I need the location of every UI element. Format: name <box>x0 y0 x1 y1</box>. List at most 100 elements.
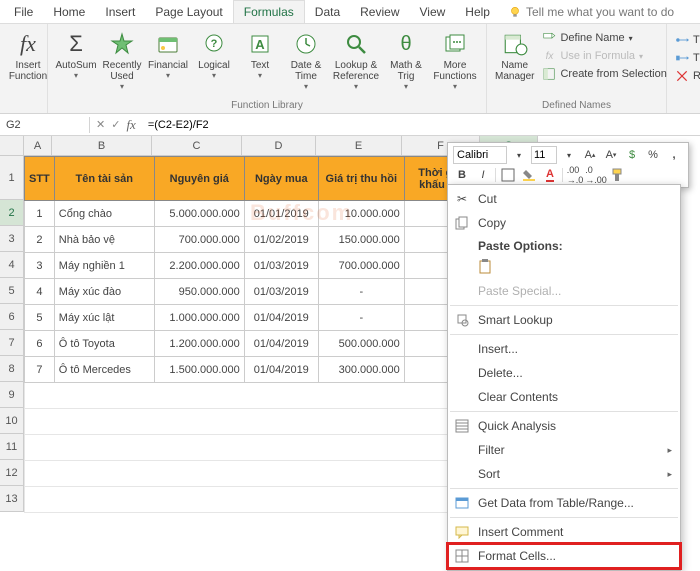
row-4[interactable]: 4 <box>0 252 24 278</box>
row-5[interactable]: 5 <box>0 278 24 304</box>
row-9[interactable]: 9 <box>0 382 24 408</box>
quick-analysis-item[interactable]: Quick Analysis <box>448 414 680 438</box>
sigma-icon: Σ <box>62 30 90 58</box>
date-time-button[interactable]: Date & Time▾ <box>284 28 328 93</box>
use-in-formula-button[interactable]: fxUse in Formula ▾ <box>540 48 668 64</box>
filter-item[interactable]: Filter▸ <box>448 438 680 462</box>
tab-home[interactable]: Home <box>43 1 95 23</box>
col-a[interactable]: A <box>24 136 52 156</box>
remove-arrows-button[interactable]: Remove Arr <box>673 68 700 84</box>
sort-item[interactable]: Sort▸ <box>448 462 680 486</box>
tab-file[interactable]: File <box>4 1 43 23</box>
remove-arr-label: Remove Arr <box>693 70 700 82</box>
tell-me[interactable]: Tell me what you want to do <box>508 5 674 19</box>
font-color-icon[interactable]: A <box>541 166 559 184</box>
text-label: Text <box>251 60 269 71</box>
lookup-icon <box>342 30 370 58</box>
comma-icon[interactable]: , <box>665 146 683 164</box>
math-label: Math & Trig <box>390 60 422 82</box>
font-size-selector[interactable] <box>531 146 557 164</box>
font-drop-icon[interactable]: ▾ <box>510 146 528 164</box>
delete-item[interactable]: Delete... <box>448 361 680 385</box>
tab-page-layout[interactable]: Page Layout <box>145 1 232 23</box>
smart-lookup-item[interactable]: Smart Lookup <box>448 308 680 332</box>
size-drop-icon[interactable]: ▾ <box>560 146 578 164</box>
col-c[interactable]: C <box>152 136 242 156</box>
fx-button-icon[interactable]: fx <box>126 117 135 133</box>
col-d[interactable]: D <box>242 136 316 156</box>
border-icon[interactable] <box>499 166 517 184</box>
tab-data[interactable]: Data <box>305 1 350 23</box>
paste-button[interactable] <box>448 255 680 279</box>
logical-button[interactable]: ? Logical▾ <box>192 28 236 82</box>
italic-icon[interactable]: I <box>474 166 492 184</box>
hdr-nguyen[interactable]: Nguyên giá <box>154 157 244 201</box>
row-11[interactable]: 11 <box>0 434 24 460</box>
tab-view[interactable]: View <box>410 1 456 23</box>
row-3[interactable]: 3 <box>0 226 24 252</box>
theta-icon: θ <box>392 30 420 58</box>
insert-item[interactable]: Insert... <box>448 337 680 361</box>
col-e[interactable]: E <box>316 136 402 156</box>
formula-input[interactable] <box>142 117 700 133</box>
row-8[interactable]: 8 <box>0 356 24 382</box>
hdr-stt[interactable]: STT <box>25 157 55 201</box>
row-2[interactable]: 2 <box>0 200 24 226</box>
financial-icon <box>154 30 182 58</box>
trace-dependents-button[interactable]: Trace Depen <box>673 50 700 66</box>
fill-color-icon[interactable] <box>520 166 538 184</box>
enter-icon[interactable]: ✓ <box>111 118 120 131</box>
trace-prec-icon <box>675 33 689 47</box>
define-name-button[interactable]: Define Name ▾ <box>540 30 668 46</box>
name-manager-button[interactable]: Name Manager <box>493 28 536 84</box>
paste-special-item[interactable]: Paste Special... <box>448 279 680 303</box>
select-all-corner[interactable] <box>0 136 24 156</box>
format-painter-icon[interactable] <box>608 166 626 184</box>
lightbulb-icon <box>454 312 470 328</box>
row-13[interactable]: 13 <box>0 486 24 512</box>
text-button[interactable]: A Text▾ <box>238 28 282 82</box>
insert-function-button[interactable]: fx Insert Function <box>6 28 50 84</box>
hdr-giatri[interactable]: Giá trị thu hồi <box>318 157 404 201</box>
hdr-ten[interactable]: Tên tài sản <box>54 157 154 201</box>
percent-icon[interactable]: % <box>644 146 662 164</box>
decrease-font-icon[interactable]: A▾ <box>602 146 620 164</box>
increase-font-icon[interactable]: A▴ <box>581 146 599 164</box>
name-box[interactable]: G2 <box>0 117 90 133</box>
row-7[interactable]: 7 <box>0 330 24 356</box>
row-12[interactable]: 12 <box>0 460 24 486</box>
math-button[interactable]: θ Math & Trig▾ <box>384 28 428 93</box>
hdr-ngay[interactable]: Ngày mua <box>244 157 318 201</box>
more-functions-button[interactable]: More Functions▾ <box>430 28 480 93</box>
function-library-label: Function Library <box>54 98 480 111</box>
tab-insert[interactable]: Insert <box>95 1 145 23</box>
font-selector[interactable] <box>453 146 507 164</box>
more-icon <box>441 30 469 58</box>
bold-icon[interactable]: B <box>453 166 471 184</box>
copy-icon <box>454 215 470 231</box>
fx-icon: fx <box>14 30 42 58</box>
copy-item[interactable]: Copy <box>448 211 680 235</box>
decrease-decimal-icon[interactable]: .00→.0 <box>566 166 584 184</box>
lookup-button[interactable]: Lookup & Reference▾ <box>330 28 382 93</box>
increase-decimal-icon[interactable]: .0→.00 <box>587 166 605 184</box>
tab-help[interactable]: Help <box>455 1 500 23</box>
row-6[interactable]: 6 <box>0 304 24 330</box>
cancel-icon[interactable]: ✕ <box>96 118 105 131</box>
autosum-button[interactable]: Σ AutoSum▾ <box>54 28 98 82</box>
tab-formulas[interactable]: Formulas <box>233 0 305 23</box>
trace-precedents-button[interactable]: Trace Precec <box>673 32 700 48</box>
row-1[interactable]: 1 <box>0 156 24 200</box>
recently-used-button[interactable]: Recently Used▾ <box>100 28 144 93</box>
create-selection-button[interactable]: Create from Selection <box>540 66 668 82</box>
insert-comment-item[interactable]: Insert Comment <box>448 520 680 544</box>
col-b[interactable]: B <box>52 136 152 156</box>
row-10[interactable]: 10 <box>0 408 24 434</box>
format-cells-item[interactable]: Format Cells... <box>448 544 680 568</box>
tab-review[interactable]: Review <box>350 1 409 23</box>
clear-contents-item[interactable]: Clear Contents <box>448 385 680 409</box>
currency-icon[interactable]: $ <box>623 146 641 164</box>
cut-item[interactable]: ✂Cut <box>448 187 680 211</box>
get-data-item[interactable]: Get Data from Table/Range... <box>448 491 680 515</box>
financial-button[interactable]: Financial▾ <box>146 28 190 82</box>
